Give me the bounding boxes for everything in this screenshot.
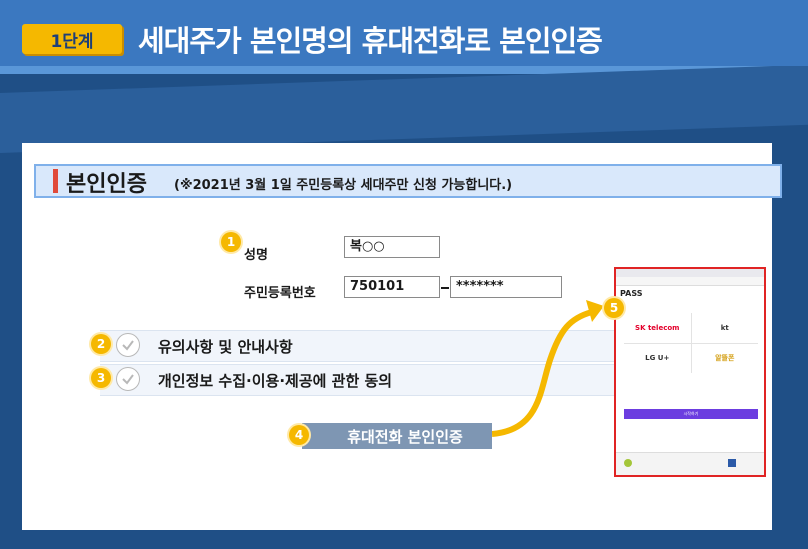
carrier-skt[interactable]: SK telecom <box>624 313 691 343</box>
step-number-4: 4 <box>289 425 309 445</box>
pass-prompt <box>616 298 764 302</box>
carrier-grid: SK telecom kt LG U+ 알뜰폰 <box>624 313 758 373</box>
popup-urlbar <box>616 277 764 286</box>
phone-auth-button[interactable]: 휴대전화 본인인증 <box>302 423 492 449</box>
carrier-kt[interactable]: kt <box>691 313 758 343</box>
carrier-lgu[interactable]: LG U+ <box>624 343 691 373</box>
pass-title: PASS <box>620 289 643 298</box>
carrier-mvno[interactable]: 알뜰폰 <box>691 343 758 373</box>
certification-mark-icon <box>728 459 736 467</box>
pass-start-button[interactable]: 시작하기 <box>624 409 758 419</box>
pass-popup-screenshot: PASS SK telecom kt LG U+ 알뜰폰 시작하기 <box>614 267 766 477</box>
popup-footer <box>616 452 764 475</box>
popup-titlebar <box>616 269 764 277</box>
footer-logo-icon <box>624 459 632 467</box>
step-number-5: 5 <box>604 298 624 318</box>
